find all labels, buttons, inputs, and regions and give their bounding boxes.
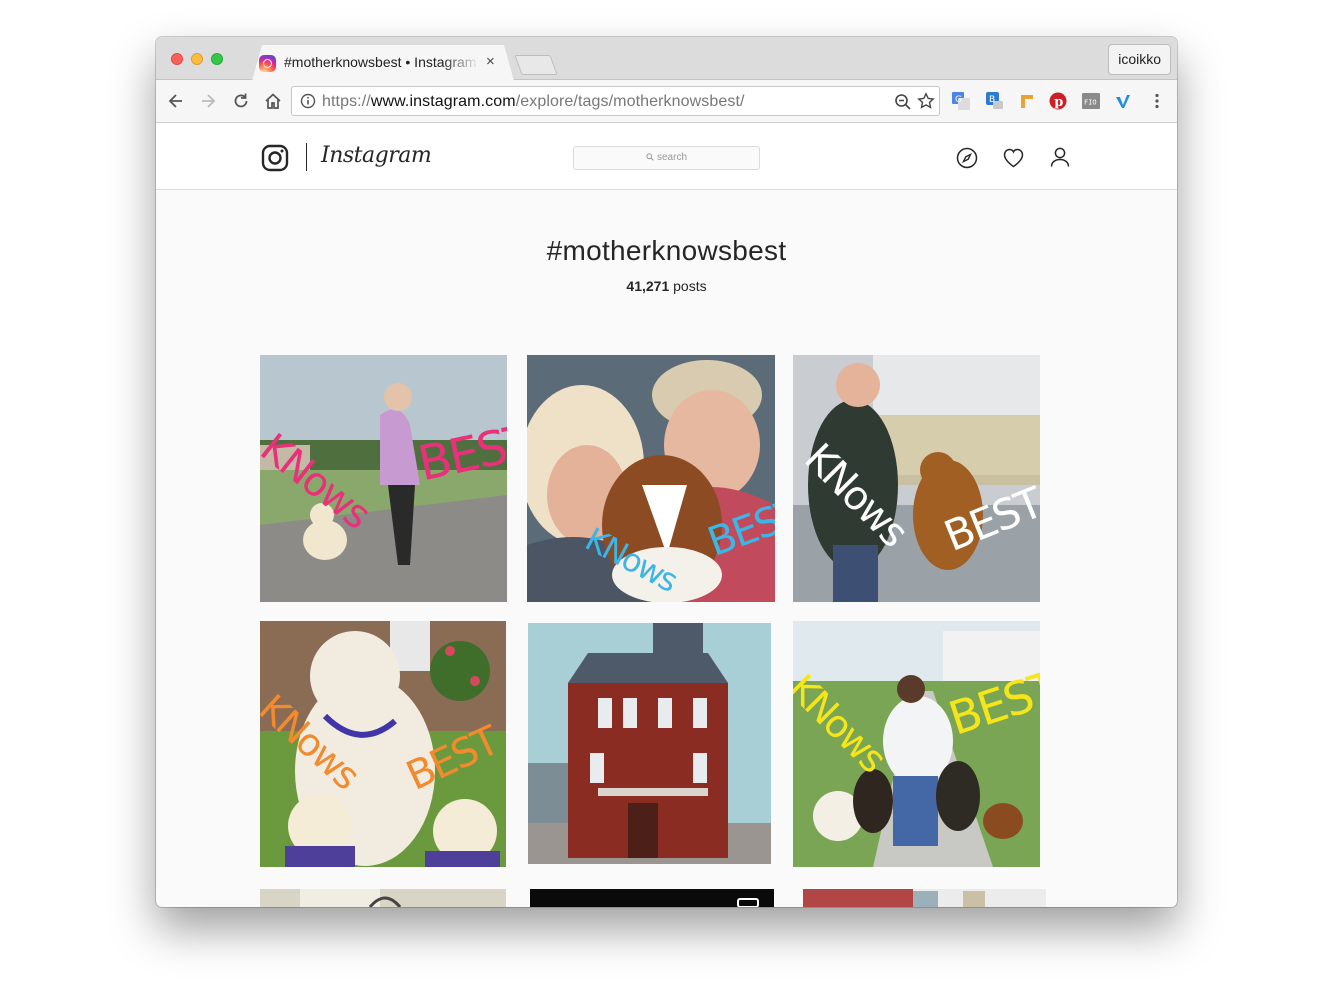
- heart-icon[interactable]: [1002, 147, 1025, 169]
- post-thumbnail-1[interactable]: KNows BEST: [260, 355, 507, 602]
- info-icon[interactable]: [300, 93, 316, 109]
- buffer-extension-icon[interactable]: B: [986, 92, 1004, 110]
- post-thumbnail-5[interactable]: [528, 623, 771, 864]
- hashtag-title: #motherknowsbest: [546, 235, 787, 266]
- post-thumbnail-3[interactable]: KNows BEST: [793, 355, 1040, 602]
- new-tab-button[interactable]: [514, 55, 558, 75]
- svg-text:FIO: FIO: [1084, 99, 1097, 107]
- compass-icon[interactable]: [956, 147, 978, 169]
- post-thumbnail-6[interactable]: KNows BEST: [793, 621, 1040, 867]
- address-bar[interactable]: https://www.instagram.com/explore/tags/m…: [291, 86, 940, 116]
- post-thumbnail-7[interactable]: [260, 889, 506, 907]
- ruler-extension-icon[interactable]: [1018, 92, 1036, 110]
- post-count: 41,271 posts: [156, 278, 1177, 294]
- search-input[interactable]: search: [573, 146, 760, 170]
- fio-extension-icon[interactable]: FIO: [1082, 92, 1100, 110]
- svg-text:p: p: [1054, 95, 1063, 110]
- post-count-label: posts: [673, 278, 707, 294]
- post-thumbnail-2[interactable]: KNows BEST: [527, 355, 775, 602]
- search-icon: [646, 153, 654, 162]
- tab-title-fade: [442, 49, 480, 75]
- post-thumbnail-4[interactable]: KNows BEST: [260, 621, 506, 867]
- tab-close-icon[interactable]: ×: [486, 53, 495, 71]
- post-thumbnail-9[interactable]: [803, 889, 1046, 907]
- minimize-window-button[interactable]: [191, 53, 203, 65]
- google-translate-icon[interactable]: G: [952, 92, 970, 110]
- chrome-menu-icon[interactable]: [1148, 92, 1166, 110]
- browser-window: #motherknowsbest • Instagram × icoikko h…: [156, 37, 1177, 907]
- svg-text:B: B: [989, 95, 995, 105]
- zoom-window-button[interactable]: [211, 53, 223, 65]
- instagram-wordmark[interactable]: Instagram: [321, 143, 432, 168]
- close-window-button[interactable]: [171, 53, 183, 65]
- logo-divider: [306, 143, 307, 171]
- user-icon[interactable]: [1049, 146, 1071, 168]
- search-placeholder: search: [656, 152, 687, 163]
- browser-tab-active[interactable]: #motherknowsbest • Instagram ×: [252, 45, 514, 81]
- post-thumbnail-8[interactable]: [530, 889, 774, 907]
- bookmark-star-icon[interactable]: [917, 92, 935, 110]
- browser-toolbar: https://www.instagram.com/explore/tags/m…: [156, 80, 1177, 123]
- profile-button[interactable]: icoikko: [1108, 44, 1171, 75]
- zoom-out-icon[interactable]: [894, 93, 912, 111]
- back-arrow-icon[interactable]: [166, 91, 186, 111]
- instagram-header: Instagram search: [156, 123, 1177, 190]
- instagram-camera-icon[interactable]: [261, 144, 289, 172]
- home-icon[interactable]: [263, 91, 283, 111]
- pinterest-icon[interactable]: p: [1049, 92, 1067, 110]
- tab-strip: #motherknowsbest • Instagram × icoikko: [156, 37, 1177, 81]
- vimeo-extension-icon[interactable]: [1114, 92, 1132, 110]
- svg-text:G: G: [955, 95, 962, 105]
- post-count-number: 41,271: [626, 278, 670, 294]
- instagram-favicon-icon: [259, 55, 276, 72]
- reload-icon[interactable]: [231, 91, 251, 111]
- url-text: https://www.instagram.com/explore/tags/m…: [322, 93, 745, 110]
- forward-arrow-icon[interactable]: [198, 91, 218, 111]
